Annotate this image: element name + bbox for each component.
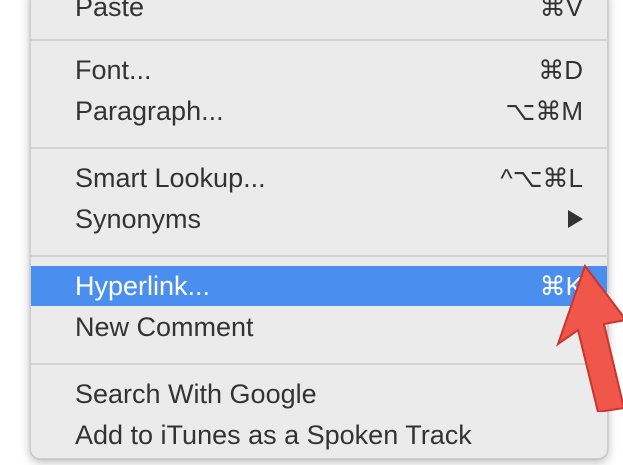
- menu-item-font[interactable]: Font... ⌘D: [31, 50, 607, 90]
- menu-separator: [31, 39, 607, 41]
- menu-item-add-to-itunes[interactable]: Add to iTunes as a Spoken Track: [31, 415, 607, 455]
- triangle-right-icon: [568, 210, 583, 228]
- menu-item-label: Paragraph...: [75, 96, 224, 126]
- menu-item-synonyms[interactable]: Synonyms: [31, 199, 607, 239]
- menu-item-paste[interactable]: Paste ⌘V: [31, 0, 607, 27]
- menu-separator: [31, 255, 607, 257]
- menu-separator: [31, 363, 607, 365]
- menu-item-hyperlink[interactable]: Hyperlink... ⌘K: [31, 266, 607, 306]
- menu-item-label: New Comment: [75, 312, 254, 342]
- menu-item-search-with-google[interactable]: Search With Google: [31, 374, 607, 414]
- menu-item-label: Font...: [75, 55, 152, 85]
- menu-item-label: Add to iTunes as a Spoken Track: [75, 420, 472, 450]
- red-pointer-arrow-icon: [556, 263, 623, 412]
- menu-separator: [31, 147, 607, 149]
- menu-item-smart-lookup[interactable]: Smart Lookup... ^⌥⌘L: [31, 158, 607, 198]
- red-pointer-arrow-shape: [556, 263, 623, 412]
- menu-item-shortcut: ⌥⌘M: [505, 96, 583, 126]
- menu-item-label: Search With Google: [75, 379, 317, 409]
- context-menu: Paste ⌘V Font... ⌘D Paragraph... ⌥⌘M Sma…: [30, 0, 608, 459]
- menu-item-label: Synonyms: [75, 204, 202, 234]
- screenshot-stage: Paste ⌘V Font... ⌘D Paragraph... ⌥⌘M Sma…: [0, 0, 623, 465]
- menu-item-shortcut: ^⌥⌘L: [500, 163, 583, 193]
- menu-item-label: Smart Lookup...: [75, 163, 266, 193]
- menu-item-label: Hyperlink...: [75, 271, 211, 301]
- menu-item-shortcut: ⌘V: [539, 0, 583, 22]
- menu-item-paragraph[interactable]: Paragraph... ⌥⌘M: [31, 91, 607, 131]
- menu-item-new-comment[interactable]: New Comment: [31, 307, 607, 347]
- menu-item-shortcut: ⌘D: [538, 55, 583, 85]
- menu-item-label: Paste: [75, 0, 145, 22]
